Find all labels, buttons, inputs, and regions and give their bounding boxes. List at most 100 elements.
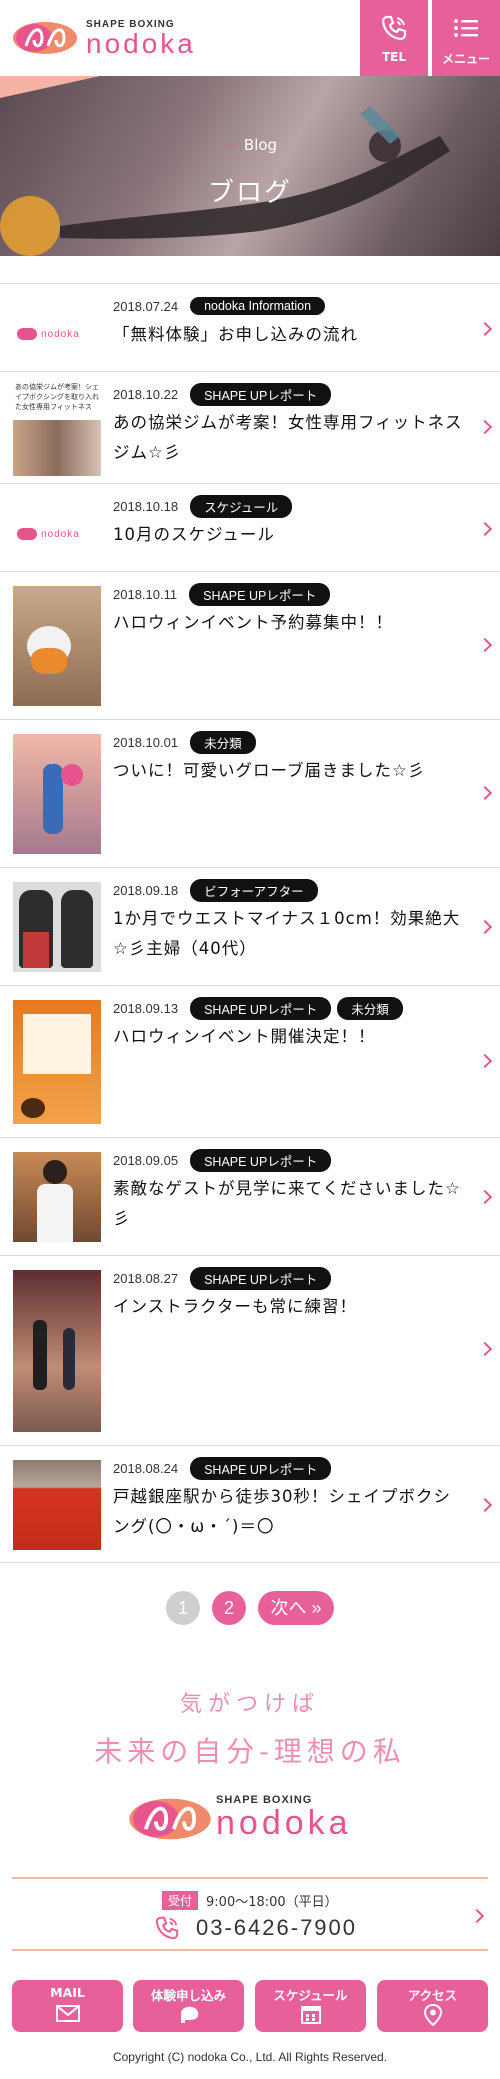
chevron-right-icon	[477, 321, 493, 337]
post-date: 2018.10.22	[113, 386, 179, 402]
post-thumbnail[interactable]	[13, 1000, 101, 1124]
hero-banner: — Blog ブログ	[0, 76, 500, 256]
post-thumbnail[interactable]	[13, 882, 101, 972]
post-title[interactable]: インストラクターも常に練習！	[113, 1292, 468, 1322]
post-thumbnail[interactable]: nodoka	[13, 514, 101, 544]
category-tag[interactable]: 未分類	[337, 996, 403, 1020]
mail-button-label: MAIL	[50, 1985, 85, 2000]
post-thumbnail[interactable]	[13, 1460, 101, 1550]
blog-post-item[interactable]: 2018.08.24 SHAPE UPレポート 戸越銀座駅から徒歩30秒！シェイプボ…	[0, 1445, 500, 1563]
post-title[interactable]: ついに！可愛いグローブ届きました☆彡	[113, 756, 468, 786]
chevron-right-icon	[469, 1908, 485, 1924]
post-thumbnail[interactable]: nodoka	[13, 314, 101, 344]
page-2-button[interactable]: 2	[212, 1591, 246, 1625]
post-title[interactable]: 10月のスケジュール	[113, 520, 468, 550]
tel-button[interactable]: TEL	[360, 0, 428, 76]
logo-thumbnail-icon: nodoka	[17, 326, 97, 342]
blog-post-list: nodoka 2018.07.24 nodoka Information 「無料体験」…	[0, 283, 500, 1563]
blog-post-item[interactable]: 2018.09.05 SHAPE UPレポート 素敵なゲストが見学に来てくださいまし…	[0, 1137, 500, 1255]
category-tag[interactable]: SHAPE UPレポート	[190, 1456, 332, 1480]
hero-subtitle: — Blog	[222, 136, 278, 154]
category-tag[interactable]: SHAPE UPレポート	[189, 582, 331, 606]
chevron-right-icon	[477, 1189, 493, 1205]
blog-post-item[interactable]: nodoka 2018.10.18 スケジュール 10月のスケジュール	[0, 483, 500, 571]
post-date: 2018.10.18	[113, 498, 179, 514]
category-tag[interactable]: ビフォーアフター	[190, 878, 318, 902]
post-title[interactable]: ハロウィンイベント予約募集中！！	[113, 608, 468, 638]
reception-badge: 受付	[162, 1891, 199, 1910]
chevron-right-icon	[477, 1497, 493, 1513]
copyright: Copyright (C) nodoka Co., Ltd. All Right…	[112, 2050, 388, 2064]
page-1-button[interactable]: 1	[166, 1591, 200, 1625]
category-tag[interactable]: SHAPE UPレポート	[190, 1266, 332, 1290]
post-thumbnail[interactable]: あの協栄ジムが考案！シェイプボクシングを取り入れた女性専用フィットネス	[13, 380, 101, 476]
catchphrase-line-1: 気がつけば	[179, 1692, 320, 1717]
menu-label: メニュー	[441, 52, 490, 66]
post-meta: 2018.09.18 ビフォーアフター	[113, 878, 324, 902]
footer-action-buttons: MAIL 体験申し込み スケジュール アクセス	[12, 1980, 488, 2032]
category-tag[interactable]: nodoka Information	[190, 297, 326, 315]
post-title[interactable]: 1か月でウエストマイナス１0cm！効果絶大☆彡主婦（40代）	[113, 904, 468, 964]
access-button[interactable]: アクセス	[377, 1980, 488, 2032]
brand-name: nodoka	[86, 28, 196, 59]
chevron-right-icon	[477, 419, 493, 435]
site-logo[interactable]: SHAPE BOXING nodoka	[12, 16, 232, 60]
post-thumbnail[interactable]	[13, 586, 101, 706]
blog-post-item[interactable]: 2018.09.13 SHAPE UPレポート 未分類 ハロウィンイベント開催決定！！	[0, 985, 500, 1137]
phone-number[interactable]: 03-6426-7900	[196, 1915, 357, 1941]
post-thumbnail[interactable]	[13, 1270, 101, 1432]
category-tag[interactable]: SHAPE UPレポート	[190, 996, 332, 1020]
trial-application-button[interactable]: 体験申し込み	[133, 1980, 244, 2032]
blog-post-item[interactable]: あの協栄ジムが考案！シェイプボクシングを取り入れた女性専用フィットネス 2018.…	[0, 371, 500, 483]
blog-post-item[interactable]: 2018.09.18 ビフォーアフター 1か月でウエストマイナス１0cm！効果絶大☆…	[0, 867, 500, 985]
contact-phone-block[interactable]: 受付 9:00～18:00（平日） 03-6426-7900	[12, 1877, 488, 1951]
chevron-right-icon	[477, 521, 493, 537]
logo-mark-icon	[13, 22, 77, 54]
post-meta: 2018.10.01 未分類	[113, 730, 262, 754]
category-tag[interactable]: SHAPE UPレポート	[190, 1148, 332, 1172]
post-meta: 2018.08.27 SHAPE UPレポート	[113, 1266, 337, 1290]
post-meta: 2018.09.13 SHAPE UPレポート 未分類	[113, 996, 409, 1020]
map-pin-icon	[423, 2004, 442, 2026]
post-date: 2018.09.18	[113, 882, 179, 898]
menu-button[interactable]: メニュー	[432, 0, 500, 76]
hamburger-menu-icon	[454, 19, 478, 37]
phone-icon	[381, 15, 407, 41]
blog-post-item[interactable]: 2018.08.27 SHAPE UPレポート インストラクターも常に練習！	[0, 1255, 500, 1445]
category-tag[interactable]: 未分類	[190, 730, 256, 754]
schedule-button-label: スケジュール	[273, 1988, 348, 2003]
catchphrase-line-2: 未来の自分-理想の私	[94, 1735, 406, 1768]
site-header: SHAPE BOXING nodoka TEL メニュー	[0, 0, 500, 76]
mail-button[interactable]: MAIL	[12, 1980, 123, 2032]
hero-accent-stripe	[0, 76, 100, 98]
post-meta: 2018.07.24 nodoka Information	[113, 294, 331, 318]
logo-mark-icon	[129, 1798, 211, 1840]
post-title[interactable]: あの協栄ジムが考案！女性専用フィットネスジム☆彡	[113, 408, 468, 468]
phone-icon	[155, 1916, 179, 1940]
post-meta: 2018.10.18 スケジュール	[113, 494, 298, 518]
category-tag[interactable]: スケジュール	[190, 494, 293, 518]
next-page-button[interactable]: 次へ »	[258, 1591, 334, 1625]
post-date: 2018.10.11	[113, 586, 178, 602]
post-thumbnail[interactable]	[13, 734, 101, 854]
post-title[interactable]: ハロウィンイベント開催決定！！	[113, 1022, 468, 1052]
chevron-right-icon	[477, 785, 493, 801]
footer-logo[interactable]: SHAPE BOXING nodoka	[128, 1790, 378, 1850]
blog-post-item[interactable]: 2018.10.01 未分類 ついに！可愛いグローブ届きました☆彡	[0, 719, 500, 867]
schedule-button[interactable]: スケジュール	[255, 1980, 366, 2032]
footer-brand-name: nodoka	[216, 1804, 352, 1842]
post-meta: 2018.09.05 SHAPE UPレポート	[113, 1148, 337, 1172]
post-date: 2018.08.24	[113, 1460, 179, 1476]
post-date: 2018.10.01	[113, 734, 179, 750]
blog-post-item[interactable]: nodoka 2018.07.24 nodoka Information 「無料体験」…	[0, 283, 500, 371]
post-date: 2018.09.05	[113, 1152, 179, 1168]
calendar-icon	[300, 2006, 321, 2024]
post-date: 2018.09.13	[113, 1000, 179, 1016]
glove-icon	[180, 2006, 198, 2023]
post-title[interactable]: 戸越銀座駅から徒歩30秒！シェイプボクシング(〇・ω・´)＝〇	[113, 1482, 468, 1542]
post-title[interactable]: 素敵なゲストが見学に来てくださいました☆彡	[113, 1174, 468, 1234]
blog-post-item[interactable]: 2018.10.11 SHAPE UPレポート ハロウィンイベント予約募集中！！	[0, 571, 500, 719]
post-thumbnail[interactable]	[13, 1152, 101, 1242]
post-title[interactable]: 「無料体験」お申し込みの流れ	[113, 320, 468, 350]
category-tag[interactable]: SHAPE UPレポート	[190, 382, 332, 406]
